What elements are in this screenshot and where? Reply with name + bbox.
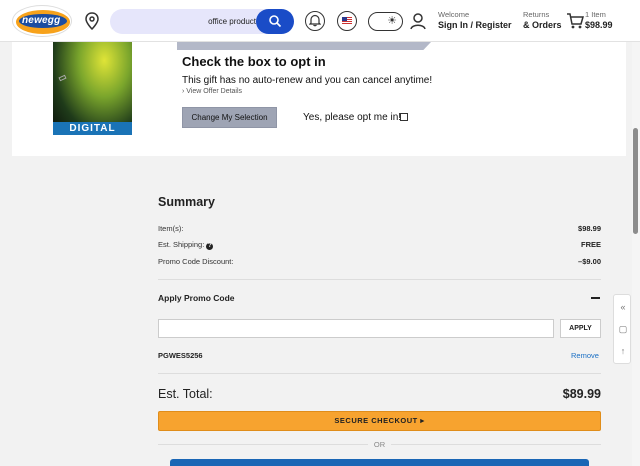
cart-count: 1 Item	[585, 10, 606, 19]
row-label: Est. Shipping:	[158, 240, 205, 249]
apply-promo-title: Apply Promo Code	[158, 293, 235, 303]
newegg-logo[interactable]: newegg	[12, 5, 72, 37]
row-label: Item(s):	[158, 224, 184, 233]
offer-description: This gift has no auto-renew and you can …	[182, 75, 433, 86]
alternate-checkout-button[interactable]	[170, 459, 589, 466]
cart-link[interactable]: 1 Item $98.99	[585, 10, 625, 30]
digital-tag: DIGITAL	[53, 122, 132, 135]
scrollbar-track[interactable]	[632, 42, 640, 466]
or-label: OR	[367, 440, 392, 449]
secure-checkout-button[interactable]: SECURE CHECKOUT ▸	[158, 411, 601, 431]
search-input[interactable]	[118, 13, 260, 30]
sun-icon: ☀	[387, 15, 397, 27]
applied-promo-code: PGWES5256	[158, 351, 203, 360]
theme-toggle[interactable]: ☀	[368, 12, 403, 31]
returns-orders-link[interactable]: Returns & Orders	[523, 10, 568, 30]
side-widget-panel: « ▢ ↑	[613, 294, 631, 364]
offer-ribbon	[177, 42, 431, 50]
sign-in-link[interactable]: Welcome Sign In / Register	[438, 10, 518, 30]
or-separator: OR	[158, 440, 601, 449]
user-icon[interactable]	[410, 12, 426, 30]
location-pin-icon[interactable]	[84, 12, 100, 31]
logo-text: newegg	[22, 15, 61, 26]
collapse-minus-icon[interactable]	[591, 297, 600, 299]
sign-in-register-label: Sign In / Register	[438, 20, 512, 30]
search-icon	[269, 15, 282, 28]
summary-title: Summary	[158, 195, 215, 209]
collapse-double-chevron-icon[interactable]: «	[614, 297, 632, 317]
top-header: newegg ☀ Welcome Sign In / Register Retu…	[0, 0, 640, 42]
divider	[158, 373, 601, 374]
product-cover-image	[53, 42, 132, 134]
est-total-value: $89.99	[562, 387, 601, 401]
gift-offer-card: DIGITAL Check the box to opt in This gif…	[12, 42, 626, 156]
cover-stamp	[58, 74, 67, 82]
offer-heading: Check the box to opt in	[182, 54, 326, 69]
back-to-top-icon[interactable]: ↑	[614, 341, 632, 361]
apply-promo-button[interactable]: APPLY	[560, 319, 601, 338]
change-selection-button[interactable]: Change My Selection	[182, 107, 277, 128]
row-value: FREE	[580, 240, 601, 249]
orders-label: & Orders	[523, 20, 562, 30]
summary-row-discount: Promo Code Discount: –$9.00	[158, 257, 601, 266]
returns-label: Returns	[523, 10, 550, 19]
welcome-label: Welcome	[438, 10, 470, 19]
promo-code-input[interactable]	[158, 319, 554, 338]
remove-promo-link[interactable]: Remove	[571, 351, 599, 360]
summary-row-items: Item(s): $98.99	[158, 224, 601, 233]
row-label: Promo Code Discount:	[158, 257, 234, 266]
search-button[interactable]	[256, 9, 294, 34]
summary-row-shipping: Est. Shipping:? FREE	[158, 240, 601, 250]
cart-total: $98.99	[585, 20, 613, 30]
opt-in-label: Yes, please opt me in!	[303, 112, 402, 123]
us-flag-icon[interactable]	[337, 11, 357, 31]
notification-bell-icon[interactable]	[305, 11, 325, 31]
est-total-label: Est. Total:	[158, 387, 213, 401]
help-icon[interactable]: ?	[206, 243, 214, 250]
view-offer-details-link[interactable]: › View Offer Details	[182, 88, 242, 95]
feedback-chat-icon[interactable]: ▢	[614, 319, 632, 339]
opt-in-checkbox[interactable]	[400, 113, 408, 121]
scrollbar-thumb[interactable]	[633, 128, 638, 234]
row-value: $98.99	[578, 224, 601, 233]
divider	[158, 279, 601, 280]
cart-icon[interactable]	[566, 12, 584, 30]
row-value: –$9.00	[578, 257, 601, 266]
